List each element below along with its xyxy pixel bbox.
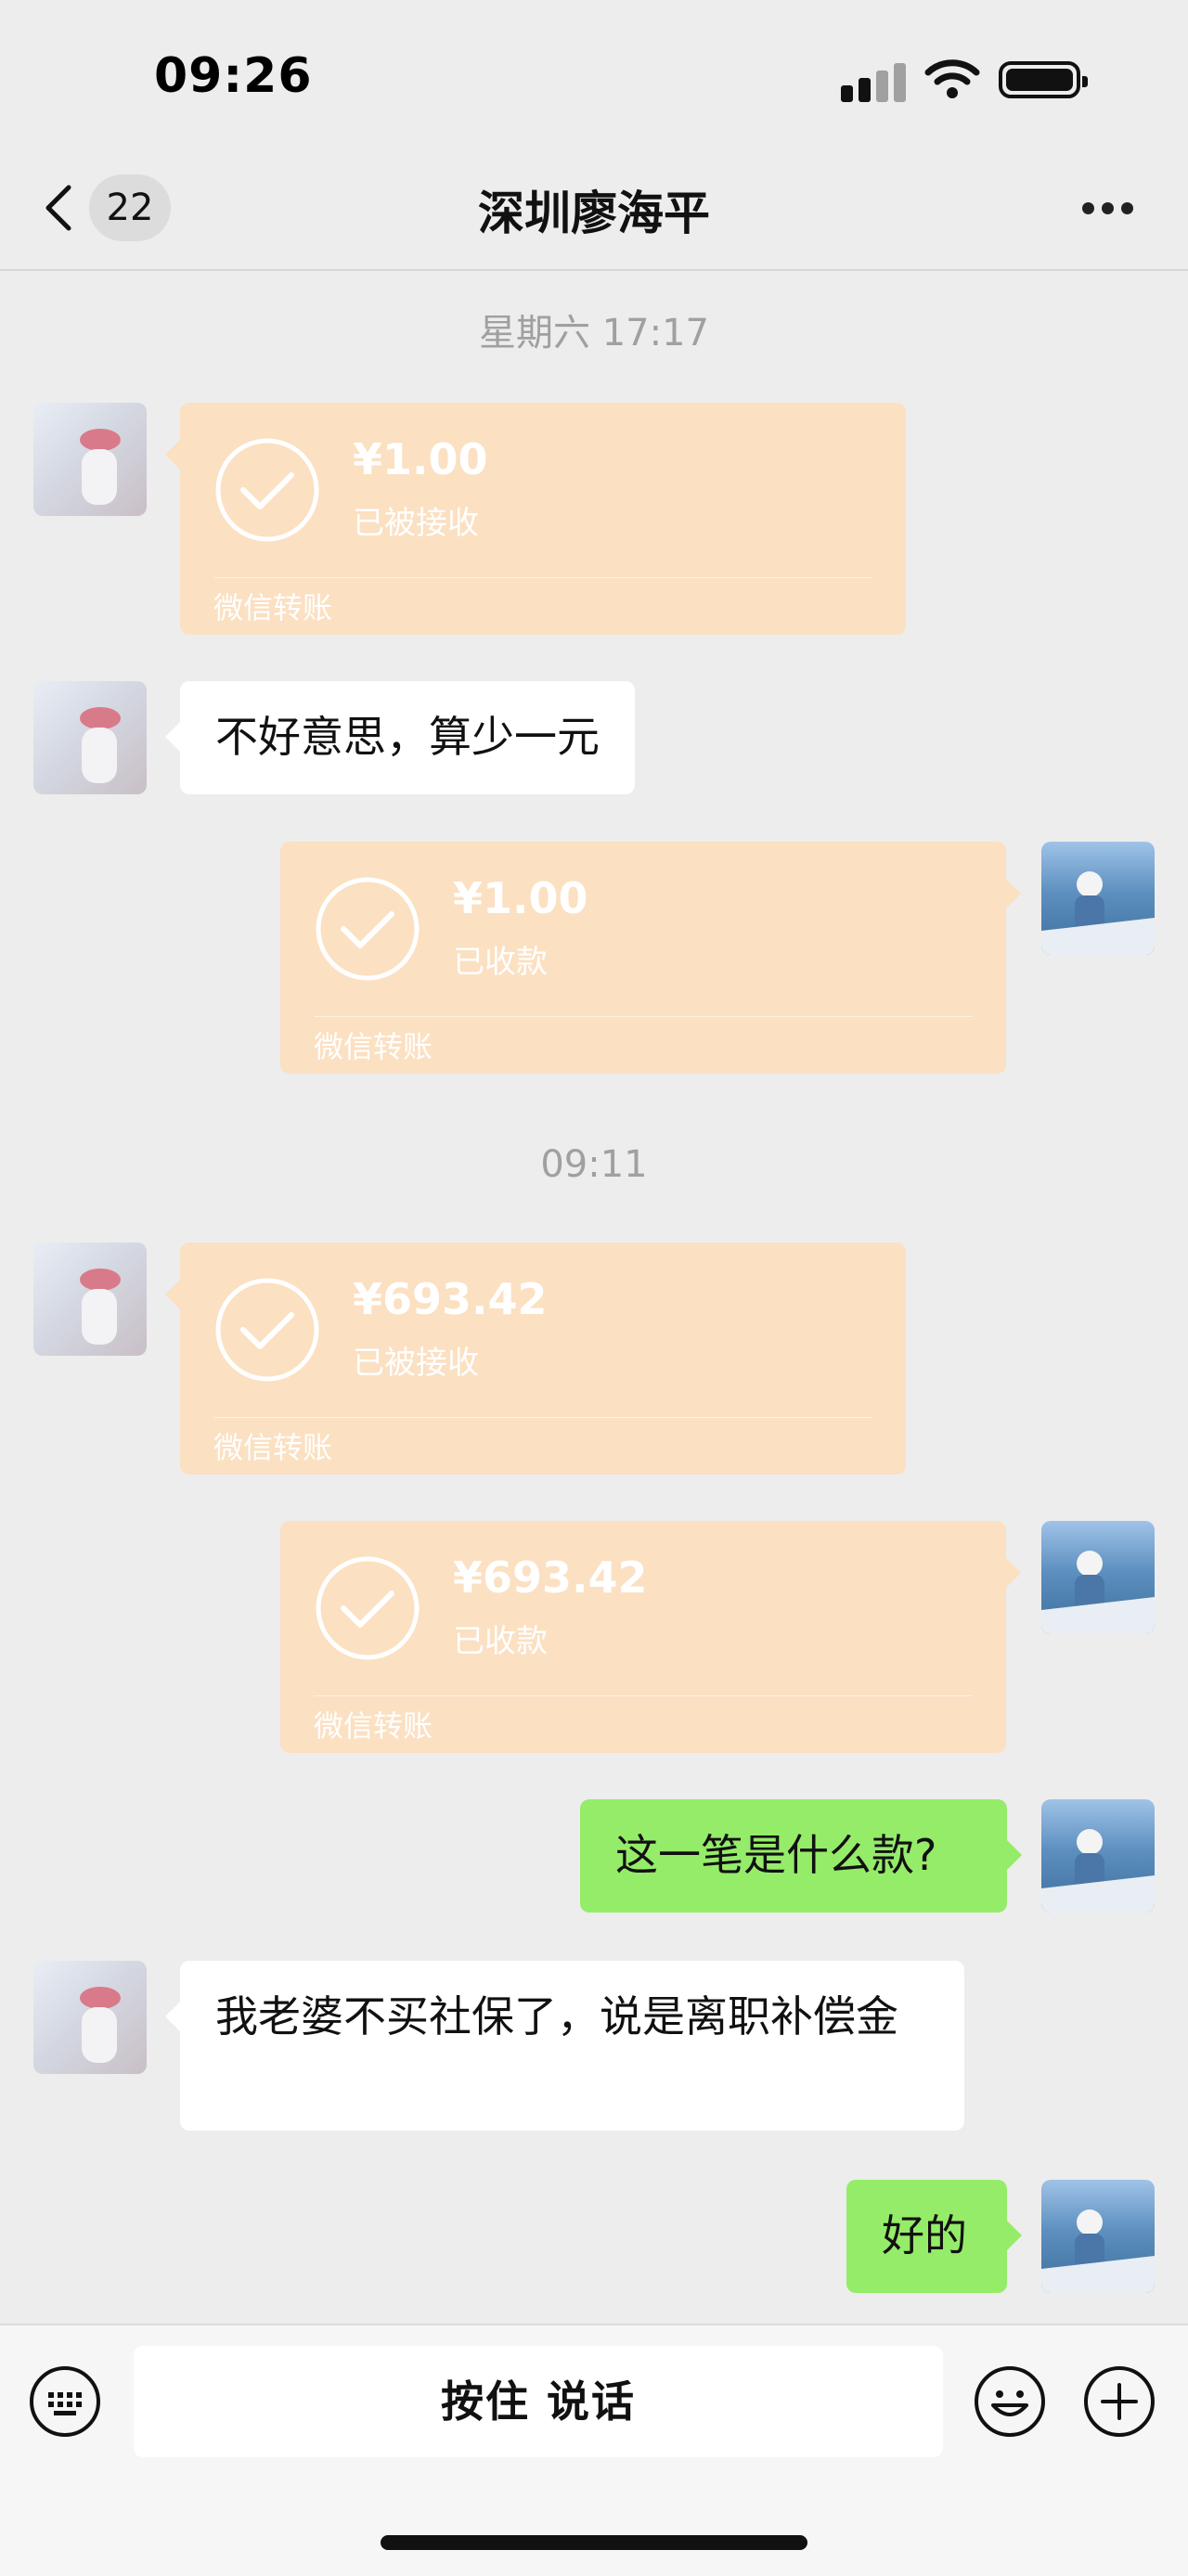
my-avatar[interactable] xyxy=(1041,2180,1155,2293)
check-circle-icon xyxy=(215,1278,319,1382)
plus-icon[interactable] xyxy=(1082,2364,1156,2439)
hold-to-talk-button[interactable]: 按住 说话 xyxy=(134,2346,943,2457)
transfer-status: 已被接收 xyxy=(353,505,479,542)
chat-title: 深圳廖海平 xyxy=(478,187,710,240)
contact-avatar[interactable] xyxy=(33,403,147,516)
transfer-status: 已收款 xyxy=(453,1623,548,1660)
transfer-footer: 微信转账 xyxy=(314,1708,433,1744)
transfer-status: 已被接收 xyxy=(353,1345,479,1382)
transfer-footer: 微信转账 xyxy=(213,590,333,625)
message-bubble[interactable]: 我老婆不买社保了，说是离职补偿金 xyxy=(165,1961,964,2131)
message-text: 这一笔是什么款? xyxy=(615,1830,937,1880)
transfer-amount: ¥693.42 xyxy=(453,1552,648,1603)
keyboard-icon[interactable] xyxy=(28,2364,102,2439)
transfer-amount: ¥1.00 xyxy=(353,434,488,484)
contact-avatar[interactable] xyxy=(33,1961,147,2074)
transfer-amount: ¥1.00 xyxy=(453,873,588,923)
message-bubble[interactable]: 这一笔是什么款? xyxy=(580,1799,1022,1913)
transfer-status: 已收款 xyxy=(453,944,548,981)
more-options-icon[interactable] xyxy=(1082,202,1134,215)
check-circle-icon xyxy=(316,1556,420,1660)
timestamp: 星期六 17:17 xyxy=(479,312,709,354)
transfer-card[interactable]: ¥693.42 已收款 微信转账 xyxy=(280,1521,1021,1753)
home-indicator[interactable] xyxy=(381,2535,807,2550)
message-bubble[interactable]: 不好意思，算少一元 xyxy=(165,681,635,794)
contact-avatar[interactable] xyxy=(33,681,147,794)
transfer-card[interactable]: ¥1.00 已被接收 微信转账 xyxy=(165,403,906,635)
contact-avatar[interactable] xyxy=(33,1243,147,1356)
transfer-footer: 微信转账 xyxy=(213,1430,333,1465)
message-bubble[interactable]: 好的 xyxy=(846,2180,1022,2293)
check-circle-icon xyxy=(316,877,420,981)
my-avatar[interactable] xyxy=(1041,842,1155,955)
transfer-footer: 微信转账 xyxy=(314,1029,433,1064)
my-avatar[interactable] xyxy=(1041,1799,1155,1913)
wifi-icon xyxy=(924,59,980,98)
transfer-card[interactable]: ¥693.42 已被接收 微信转账 xyxy=(165,1243,906,1475)
transfer-amount: ¥693.42 xyxy=(353,1274,548,1324)
check-circle-icon xyxy=(215,438,319,542)
message-text: 不好意思，算少一元 xyxy=(215,712,600,762)
cellular-signal-icon xyxy=(841,61,908,102)
message-text: 好的 xyxy=(882,2210,967,2260)
my-avatar[interactable] xyxy=(1041,1521,1155,1634)
status-time: 09:26 xyxy=(154,48,313,104)
timestamp: 09:11 xyxy=(540,1143,648,1186)
emoji-icon[interactable] xyxy=(973,2364,1047,2439)
transfer-card[interactable]: ¥1.00 已收款 微信转账 xyxy=(280,842,1021,1074)
battery-icon xyxy=(999,61,1088,98)
message-text: 我老婆不买社保了，说是离职补偿金 xyxy=(215,1991,898,2041)
